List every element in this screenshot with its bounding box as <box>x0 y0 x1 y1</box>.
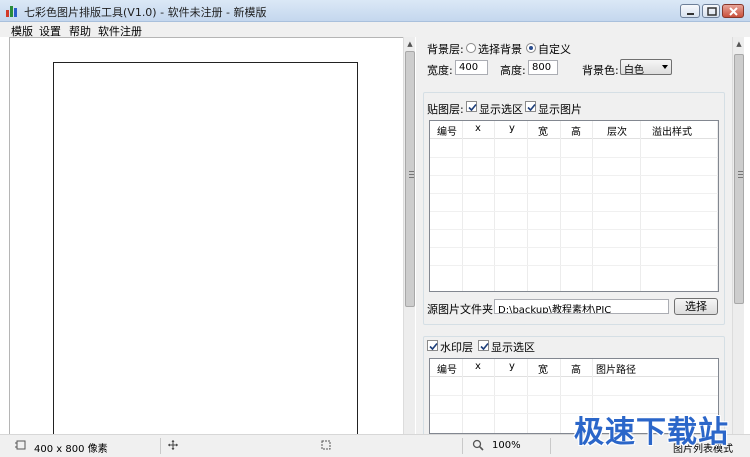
sticker-show-selection-label[interactable]: 显示选区 <box>479 101 523 117</box>
canvas-scrollbar[interactable]: ▲ <box>403 37 415 434</box>
radio-custom[interactable] <box>526 43 536 53</box>
checkmark-icon <box>480 342 489 351</box>
scroll-up-arrow-icon[interactable]: ▲ <box>735 40 743 48</box>
watermark-show-selection-label[interactable]: 显示选区 <box>491 339 535 355</box>
watermark-show-selection-checkbox[interactable] <box>478 340 489 351</box>
background-layer-label: 背景层: <box>427 43 464 56</box>
bg-color-value: 白色 <box>624 65 644 76</box>
zoom-text: 100% <box>492 440 521 451</box>
watermark-layer-checkbox[interactable] <box>427 340 438 351</box>
sticker-layer-label: 贴图层: <box>427 103 464 116</box>
minimize-icon <box>687 13 694 15</box>
width-input[interactable]: 400 <box>455 60 488 75</box>
sticker-show-image-label[interactable]: 显示图片 <box>538 101 582 117</box>
chevron-down-icon <box>662 65 668 69</box>
sticker-col-x[interactable]: x <box>475 123 481 134</box>
page-canvas[interactable] <box>53 62 358 442</box>
panel-scroll-thumb[interactable] <box>734 54 744 304</box>
canvas-size-icon <box>15 440 26 450</box>
wm-col-height[interactable]: 高 <box>571 361 581 376</box>
scroll-up-arrow-icon[interactable]: ▲ <box>406 40 414 48</box>
radio-select-background[interactable] <box>466 43 476 53</box>
sticker-col-overflow[interactable]: 溢出样式 <box>652 123 692 138</box>
sticker-col-height[interactable]: 高 <box>571 123 581 138</box>
bg-color-label: 背景色: <box>582 64 619 77</box>
maximize-icon <box>707 7 717 16</box>
close-button[interactable] <box>722 4 744 18</box>
minimize-button[interactable] <box>680 4 700 18</box>
width-label: 宽度: <box>427 64 453 77</box>
wm-col-width[interactable]: 宽 <box>538 361 548 376</box>
panel-scrollbar[interactable]: ▲ <box>732 37 744 434</box>
maximize-button[interactable] <box>702 4 720 18</box>
close-icon <box>729 7 738 16</box>
wm-col-path[interactable]: 图片路径 <box>596 361 636 376</box>
fit-icon[interactable] <box>320 439 332 451</box>
watermark-layer-label[interactable]: 水印层 <box>440 339 473 355</box>
canvas-size-text: 400 x 800 像素 <box>34 444 108 455</box>
sticker-show-selection-checkbox[interactable] <box>466 101 477 112</box>
sticker-col-y[interactable]: y <box>509 123 515 134</box>
choose-folder-button[interactable]: 选择 <box>674 298 718 315</box>
checkmark-icon <box>468 103 477 112</box>
sticker-show-image-checkbox[interactable] <box>525 101 536 112</box>
site-watermark-logo: 极速下载站 <box>574 415 729 450</box>
move-cross-icon[interactable] <box>167 439 179 451</box>
wm-col-y[interactable]: y <box>509 361 515 372</box>
radio-custom-label[interactable]: 自定义 <box>538 41 571 57</box>
source-folder-input[interactable]: D:\backup\教程素材\PIC <box>494 299 669 314</box>
sticker-table[interactable]: 编号 x y 宽 高 层次 溢出样式 <box>429 120 719 292</box>
wm-col-id[interactable]: 编号 <box>437 361 457 376</box>
height-input[interactable]: 800 <box>528 60 558 75</box>
checkmark-icon <box>429 342 438 351</box>
height-label: 高度: <box>500 64 526 77</box>
radio-select-background-label[interactable]: 选择背景 <box>478 41 522 57</box>
checkmark-icon <box>527 103 536 112</box>
bg-color-select[interactable]: 白色 <box>620 59 672 76</box>
sticker-col-width[interactable]: 宽 <box>538 123 548 138</box>
wm-col-x[interactable]: x <box>475 361 481 372</box>
sticker-col-id[interactable]: 编号 <box>437 123 457 138</box>
magnifier-icon[interactable] <box>472 439 484 451</box>
sticker-col-layer[interactable]: 层次 <box>607 123 627 138</box>
window-title: 七彩色图片排版工具(V1.0) - 软件未注册 - 新模版 <box>24 6 267 19</box>
title-bar: 七彩色图片排版工具(V1.0) - 软件未注册 - 新模版 <box>0 0 750 22</box>
properties-panel: 背景层: 选择背景 自定义 宽度: 400 高度: 800 背景色: 白色 贴图… <box>416 37 732 436</box>
app-bars-icon <box>5 4 19 18</box>
canvas-scroll-thumb[interactable] <box>405 51 415 307</box>
source-folder-label: 源图片文件夹: <box>427 303 497 316</box>
menu-bar: 模版 设置 帮助 软件注册 <box>0 22 750 38</box>
